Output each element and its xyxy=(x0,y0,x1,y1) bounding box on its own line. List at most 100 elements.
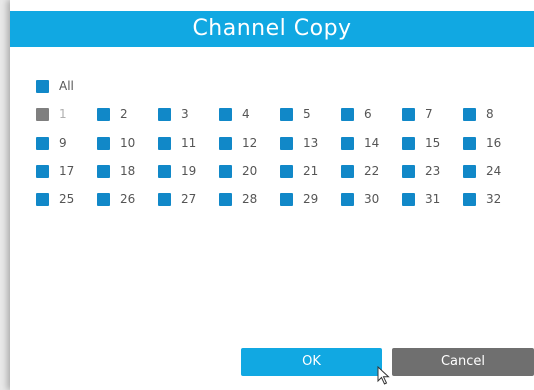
channel-label: 19 xyxy=(181,164,197,178)
checkbox-icon xyxy=(463,107,476,121)
channel-label: 17 xyxy=(59,164,75,178)
channel-8-checkbox[interactable]: 8 xyxy=(463,104,494,124)
channel-5-checkbox[interactable]: 5 xyxy=(280,104,311,124)
checkbox-icon xyxy=(463,192,476,206)
channel-17-checkbox[interactable]: 17 xyxy=(36,161,74,181)
checkbox-icon xyxy=(463,164,476,178)
checkbox-icon xyxy=(158,164,171,178)
channel-15-checkbox[interactable]: 15 xyxy=(402,133,440,153)
channel-18-checkbox[interactable]: 18 xyxy=(97,161,135,181)
checkbox-icon xyxy=(97,192,110,206)
channel-31-checkbox[interactable]: 31 xyxy=(402,189,440,209)
channel-label: 31 xyxy=(425,192,441,206)
checkbox-icon xyxy=(97,107,110,121)
checkbox-icon xyxy=(97,164,110,178)
checkbox-icon xyxy=(36,107,49,121)
channel-label: 15 xyxy=(425,136,441,150)
channel-label: 23 xyxy=(425,164,441,178)
channel-label: 3 xyxy=(181,107,189,121)
channel-label: 12 xyxy=(242,136,258,150)
channel-14-checkbox[interactable]: 14 xyxy=(341,133,379,153)
checkbox-icon xyxy=(158,107,171,121)
channel-label: 22 xyxy=(364,164,380,178)
channel-4-checkbox[interactable]: 4 xyxy=(219,104,250,124)
channel-25-checkbox[interactable]: 25 xyxy=(36,189,74,209)
channel-label: 25 xyxy=(59,192,75,206)
checkbox-icon xyxy=(36,164,49,178)
channel-label: 14 xyxy=(364,136,380,150)
channel-10-checkbox[interactable]: 10 xyxy=(97,133,135,153)
checkbox-icon xyxy=(341,136,354,150)
channel-label: 6 xyxy=(364,107,372,121)
dialog-title: Channel Copy xyxy=(10,11,534,47)
channel-29-checkbox[interactable]: 29 xyxy=(280,189,318,209)
channel-label: 9 xyxy=(59,136,67,150)
checkbox-icon xyxy=(402,192,415,206)
channel-label: 21 xyxy=(303,164,319,178)
channel-21-checkbox[interactable]: 21 xyxy=(280,161,318,181)
channel-11-checkbox[interactable]: 11 xyxy=(158,133,196,153)
channel-label: 30 xyxy=(364,192,380,206)
channel-19-checkbox[interactable]: 19 xyxy=(158,161,196,181)
channel-32-checkbox[interactable]: 32 xyxy=(463,189,501,209)
channel-3-checkbox[interactable]: 3 xyxy=(158,104,189,124)
channel-label: 16 xyxy=(486,136,502,150)
channel-label: 4 xyxy=(242,107,250,121)
checkbox-icon xyxy=(158,192,171,206)
checkbox-icon xyxy=(158,136,171,150)
channel-copy-dialog: Channel Copy All 1 2 3 4 5 6 7 8 9 10 11 12 13 14 15 16… xyxy=(10,0,534,390)
channel-30-checkbox[interactable]: 30 xyxy=(341,189,379,209)
checkbox-icon xyxy=(36,192,49,206)
channel-6-checkbox[interactable]: 6 xyxy=(341,104,372,124)
checkbox-icon xyxy=(219,107,232,121)
channel-label: 10 xyxy=(120,136,136,150)
checkbox-icon xyxy=(463,136,476,150)
channel-label: 2 xyxy=(120,107,128,121)
channel-label: 5 xyxy=(303,107,311,121)
checkbox-icon xyxy=(97,136,110,150)
checkbox-icon xyxy=(280,136,293,150)
checkbox-icon xyxy=(219,192,232,206)
channel-22-checkbox[interactable]: 22 xyxy=(341,161,379,181)
channel-16-checkbox[interactable]: 16 xyxy=(463,133,501,153)
channel-label: 11 xyxy=(181,136,197,150)
channel-7-checkbox[interactable]: 7 xyxy=(402,104,433,124)
checkbox-icon xyxy=(36,79,49,93)
checkbox-icon xyxy=(341,164,354,178)
checkbox-icon xyxy=(402,107,415,121)
channel-label: 20 xyxy=(242,164,258,178)
channel-1-checkbox: 1 xyxy=(36,104,67,124)
checkbox-icon xyxy=(341,192,354,206)
checkbox-icon xyxy=(36,136,49,150)
mouse-cursor-icon xyxy=(377,366,390,385)
channel-label: 29 xyxy=(303,192,319,206)
channel-28-checkbox[interactable]: 28 xyxy=(219,189,257,209)
channel-9-checkbox[interactable]: 9 xyxy=(36,133,67,153)
checkbox-icon xyxy=(402,164,415,178)
channel-label: 8 xyxy=(486,107,494,121)
channel-label: 18 xyxy=(120,164,136,178)
channel-26-checkbox[interactable]: 26 xyxy=(97,189,135,209)
channel-label: 24 xyxy=(486,164,502,178)
cancel-button[interactable]: Cancel xyxy=(392,348,534,376)
ok-button[interactable]: OK xyxy=(241,348,382,376)
channel-27-checkbox[interactable]: 27 xyxy=(158,189,196,209)
channel-12-checkbox[interactable]: 12 xyxy=(219,133,257,153)
channel-label: 1 xyxy=(59,107,67,121)
channel-label: 7 xyxy=(425,107,433,121)
channel-label: 32 xyxy=(486,192,502,206)
channel-label: 13 xyxy=(303,136,319,150)
all-label: All xyxy=(59,79,74,93)
channel-24-checkbox[interactable]: 24 xyxy=(463,161,501,181)
checkbox-icon xyxy=(280,164,293,178)
all-checkbox[interactable]: All xyxy=(36,76,74,96)
checkbox-icon xyxy=(280,192,293,206)
channel-13-checkbox[interactable]: 13 xyxy=(280,133,318,153)
channel-23-checkbox[interactable]: 23 xyxy=(402,161,440,181)
channel-2-checkbox[interactable]: 2 xyxy=(97,104,128,124)
channel-20-checkbox[interactable]: 20 xyxy=(219,161,257,181)
checkbox-icon xyxy=(219,164,232,178)
channel-label: 27 xyxy=(181,192,197,206)
checkbox-icon xyxy=(341,107,354,121)
checkbox-icon xyxy=(402,136,415,150)
